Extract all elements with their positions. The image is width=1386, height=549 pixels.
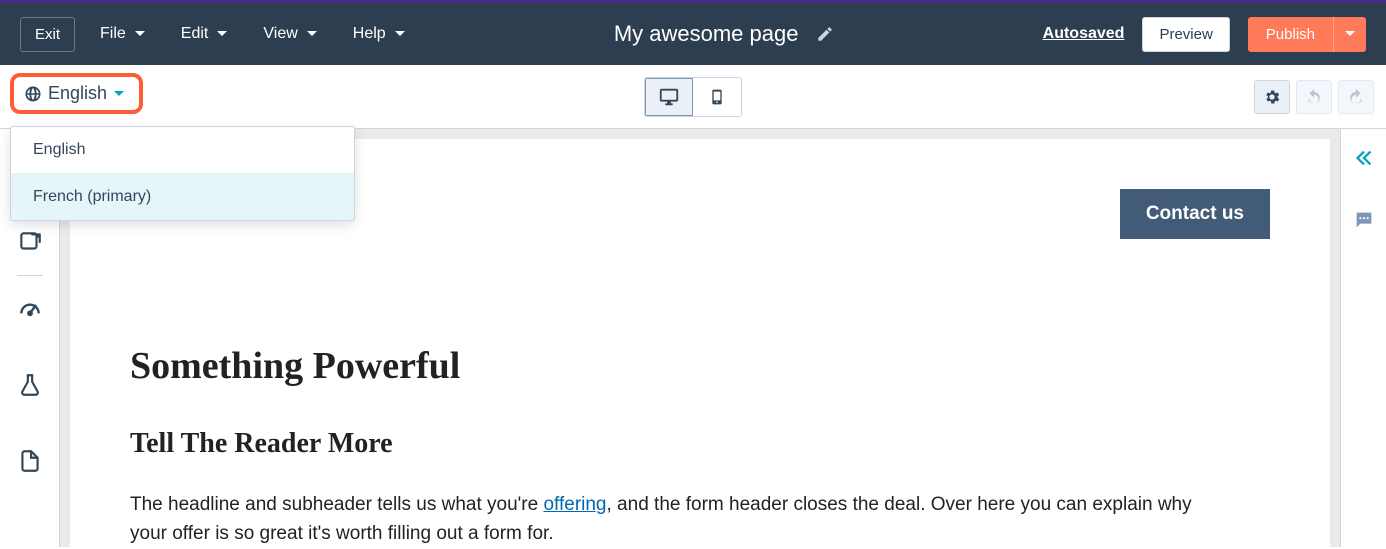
menu-view[interactable]: View xyxy=(263,25,317,43)
chevron-down-icon xyxy=(306,28,318,40)
menu-help[interactable]: Help xyxy=(353,25,406,43)
contact-us-button[interactable]: Contact us xyxy=(1120,189,1270,239)
gear-icon xyxy=(1263,88,1281,106)
language-option-french[interactable]: French (primary) xyxy=(11,174,354,220)
menu-edit[interactable]: Edit xyxy=(181,25,229,43)
publish-dropdown-button[interactable] xyxy=(1333,17,1366,52)
chevron-down-icon xyxy=(216,28,228,40)
language-option-english[interactable]: English xyxy=(11,127,354,174)
page-title-wrap: My awesome page xyxy=(406,21,1043,47)
settings-button[interactable] xyxy=(1254,80,1290,114)
content-p-before: The headline and subheader tells us what… xyxy=(130,494,543,515)
language-selector-label: English xyxy=(48,83,107,104)
topbar: Exit File Edit View Help My awesome page… xyxy=(0,0,1386,65)
preview-button[interactable]: Preview xyxy=(1142,17,1229,52)
content-subheading[interactable]: Tell The Reader More xyxy=(130,428,1270,460)
undo-icon xyxy=(1305,88,1323,106)
chevron-down-icon xyxy=(134,28,146,40)
page-title[interactable]: My awesome page xyxy=(614,21,799,47)
language-selector[interactable]: English xyxy=(10,73,143,114)
menu-edit-label: Edit xyxy=(181,25,209,43)
globe-icon xyxy=(24,85,42,103)
content-paragraph[interactable]: The headline and subheader tells us what… xyxy=(130,490,1230,549)
menu-view-label: View xyxy=(263,25,297,43)
mobile-icon xyxy=(709,86,725,108)
menu-file-label: File xyxy=(100,25,126,43)
device-desktop-button[interactable] xyxy=(645,78,693,116)
gauge-icon[interactable] xyxy=(17,296,43,322)
autosaved-link[interactable]: Autosaved xyxy=(1043,25,1125,43)
menu-file[interactable]: File xyxy=(100,25,146,43)
share-icon[interactable] xyxy=(17,229,43,255)
subbar-right xyxy=(1254,80,1374,114)
undo-button[interactable] xyxy=(1296,80,1332,114)
collapse-icon[interactable] xyxy=(1353,147,1375,169)
device-mobile-button[interactable] xyxy=(693,78,741,116)
language-dropdown: English French (primary) xyxy=(10,126,355,221)
subbar: English xyxy=(0,65,1386,129)
topbar-right: Autosaved Preview Publish xyxy=(1043,17,1366,52)
publish-group: Publish xyxy=(1248,17,1366,52)
menu-bar: File Edit View Help xyxy=(100,25,406,43)
right-rail xyxy=(1340,129,1386,547)
exit-button[interactable]: Exit xyxy=(20,17,75,52)
device-toggle xyxy=(644,77,742,117)
caret-down-icon xyxy=(113,88,125,100)
publish-button[interactable]: Publish xyxy=(1248,17,1333,52)
redo-button[interactable] xyxy=(1338,80,1374,114)
chevron-down-icon xyxy=(1344,28,1356,40)
redo-icon xyxy=(1347,88,1365,106)
desktop-icon xyxy=(658,86,680,108)
rail-divider xyxy=(17,275,43,276)
content-heading[interactable]: Something Powerful xyxy=(130,344,1270,388)
pencil-icon[interactable] xyxy=(816,25,834,43)
menu-help-label: Help xyxy=(353,25,386,43)
content-offering-link[interactable]: offering xyxy=(543,494,606,515)
file-icon[interactable] xyxy=(17,448,43,474)
flask-icon[interactable] xyxy=(17,372,43,398)
chat-icon[interactable] xyxy=(1353,209,1375,231)
chevron-down-icon xyxy=(394,28,406,40)
